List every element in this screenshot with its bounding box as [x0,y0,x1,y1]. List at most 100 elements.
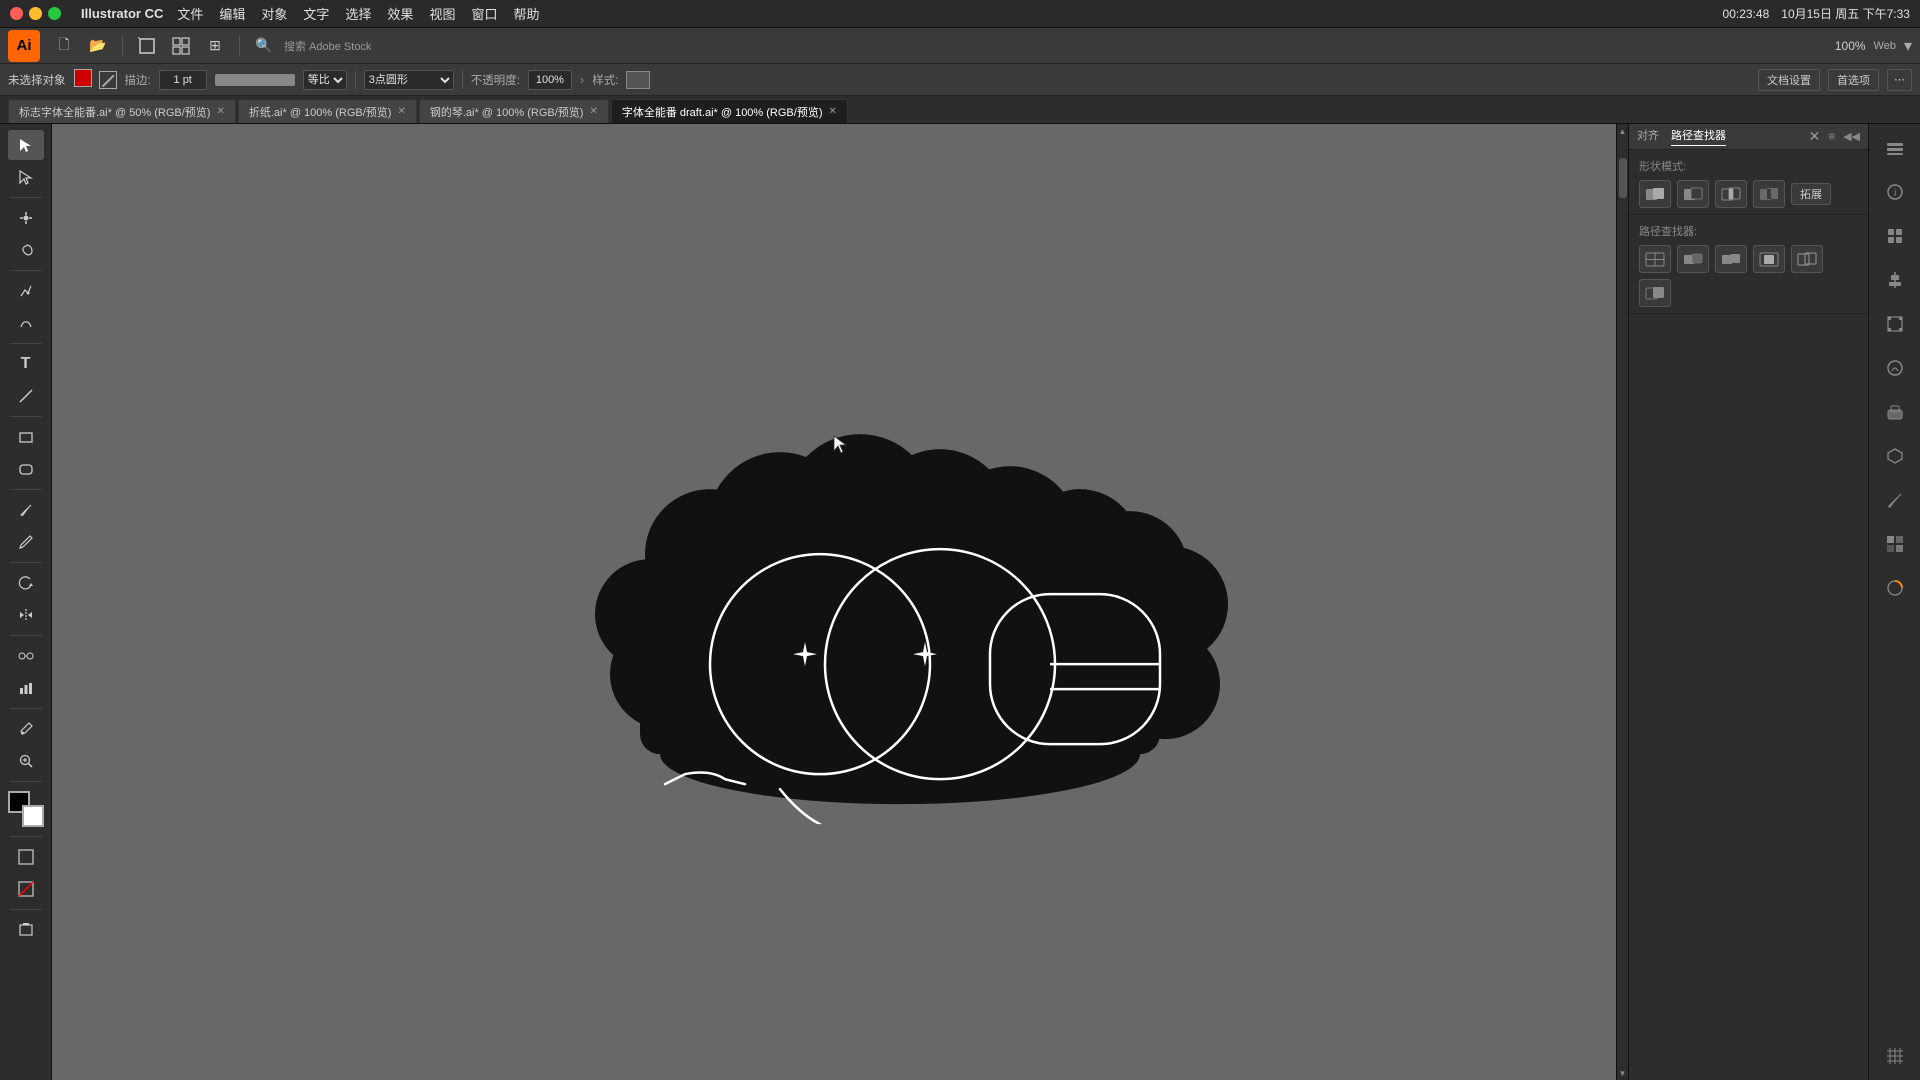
pf-minus-back-btn[interactable] [1639,279,1671,307]
app-name: Illustrator CC [81,6,163,21]
scroll-thumb[interactable] [1619,158,1627,198]
rp-grid-icon[interactable] [1877,1038,1913,1074]
rp-appearance-icon[interactable] [1877,350,1913,386]
rp-bottom-grid[interactable] [1877,1038,1913,1074]
pf-exclude-btn[interactable] [1753,180,1785,208]
pf-crop-btn[interactable] [1753,245,1785,273]
pf-collapse-btn[interactable]: ◀◀ [1843,130,1860,143]
pf-tab-align[interactable]: 对齐 [1637,127,1659,146]
tab-3-close[interactable]: ✕ [589,106,597,117]
tab-4[interactable]: 字体全能番 draft.ai* @ 100% (RGB/预览) ✕ [611,99,848,123]
new-file-btn[interactable]: 🗋 [50,32,78,60]
pf-expand-btn[interactable]: 拓展 [1791,183,1831,205]
open-file-btn[interactable]: 📂 [84,32,112,60]
curvature-tool[interactable] [8,308,44,338]
pencil-tool[interactable] [8,527,44,557]
tab-1[interactable]: 标志字体全能番.ai* @ 50% (RGB/预览) ✕ [8,99,236,123]
pf-trim-btn[interactable] [1677,245,1709,273]
rp-layers-icon[interactable] [1877,130,1913,166]
artboard-nav-tool[interactable] [8,915,44,945]
menu-view[interactable]: 视图 [429,4,455,23]
doc-settings-btn[interactable]: 文档设置 [1758,69,1820,91]
minimize-btn[interactable] [29,7,42,20]
opacity-arrow[interactable]: › [580,72,584,87]
fill-tool[interactable] [8,842,44,872]
pf-outline-btn[interactable] [1791,245,1823,273]
magic-wand-tool[interactable] [8,203,44,233]
pf-minus-front-btn[interactable] [1677,180,1709,208]
rp-swatches-icon[interactable] [1877,526,1913,562]
none-swatch[interactable] [8,874,44,904]
menu-window[interactable]: 窗口 [471,4,497,23]
pf-tab-pathfinder[interactable]: 路径查找器 [1671,127,1726,146]
paintbrush-tool[interactable] [8,495,44,525]
stroke-swatch[interactable] [99,71,117,89]
menu-object[interactable]: 对象 [261,4,287,23]
color-swatches[interactable] [8,791,44,827]
menu-select[interactable]: 选择 [345,4,371,23]
tab-3[interactable]: 钢的琴.ai* @ 100% (RGB/预览) ✕ [419,99,609,123]
rectangle-tool[interactable] [8,422,44,452]
tab-4-close[interactable]: ✕ [828,106,836,117]
tab-1-close[interactable]: ✕ [216,106,224,117]
menu-items[interactable]: 文件 编辑 对象 文字 选择 效果 视图 窗口 帮助 [177,4,539,23]
rounded-rect-tool[interactable] [8,454,44,484]
stroke-align-select[interactable]: 等比 [303,70,347,90]
close-btn[interactable] [10,7,23,20]
pen-tool[interactable] [8,276,44,306]
zoom-tool[interactable] [8,746,44,776]
pf-divide-btn[interactable] [1639,245,1671,273]
rp-properties-icon[interactable]: i [1877,174,1913,210]
scroll-track[interactable] [1617,138,1628,1066]
style-swatch[interactable] [626,71,650,89]
workspace-btn[interactable] [167,32,195,60]
tab-2-close[interactable]: ✕ [397,106,405,117]
rp-color-icon[interactable] [1877,570,1913,606]
rp-graphic-styles-icon[interactable] [1877,394,1913,430]
more-options-btn[interactable]: ⋯ [1887,69,1912,91]
expand-workspace-icon[interactable]: ▾ [1904,36,1912,56]
rp-brushes-icon[interactable] [1877,482,1913,518]
pf-unite-btn[interactable] [1639,180,1671,208]
preferences-btn[interactable]: 首选项 [1828,69,1879,91]
rotate-tool[interactable] [8,568,44,598]
selection-tool[interactable] [8,130,44,160]
canvas-area[interactable] [52,124,1616,1080]
pf-close-btn[interactable]: ✕ [1809,128,1821,145]
scroll-down-arrow[interactable]: ▼ [1618,1068,1628,1078]
stroke-width-input[interactable] [159,70,207,90]
menu-effect[interactable]: 效果 [387,4,413,23]
artboard-btn[interactable] [133,32,161,60]
maximize-btn[interactable] [48,7,61,20]
vertical-scrollbar[interactable]: ▲ ▼ [1616,124,1628,1080]
menu-type[interactable]: 文字 [303,4,329,23]
tab-2[interactable]: 折纸.ai* @ 100% (RGB/预览) ✕ [238,99,417,123]
mac-window-controls[interactable] [10,7,61,20]
column-graph-tool[interactable] [8,673,44,703]
type-tool[interactable]: T [8,349,44,379]
pf-merge-btn[interactable] [1715,245,1747,273]
blend-tool[interactable] [8,641,44,671]
line-tool[interactable] [8,381,44,411]
pf-intersect-btn[interactable] [1715,180,1747,208]
pf-menu-btn[interactable]: ≡ [1828,131,1835,143]
rp-align-icon[interactable] [1877,262,1913,298]
background-color[interactable] [22,805,44,827]
stroke-shape-select[interactable]: 3点圆形 [364,70,454,90]
eyedropper-tool[interactable] [8,714,44,744]
rp-transform-icon[interactable] [1877,306,1913,342]
scroll-up-arrow[interactable]: ▲ [1618,126,1628,136]
fill-swatch[interactable] [74,69,96,91]
menu-help[interactable]: 帮助 [513,4,539,23]
rp-libraries-icon[interactable] [1877,218,1913,254]
arrange-btn[interactable]: ⊞ [201,32,229,60]
reflect-tool[interactable] [8,600,44,630]
opacity-input[interactable] [528,70,572,90]
direct-selection-tool[interactable] [8,162,44,192]
rp-symbols-icon[interactable] [1877,438,1913,474]
menu-edit[interactable]: 编辑 [219,4,245,23]
stroke-label: 描边: [125,72,151,88]
lasso-tool[interactable] [8,235,44,265]
search-btn[interactable]: 🔍 [250,32,278,60]
menu-file[interactable]: 文件 [177,4,203,23]
